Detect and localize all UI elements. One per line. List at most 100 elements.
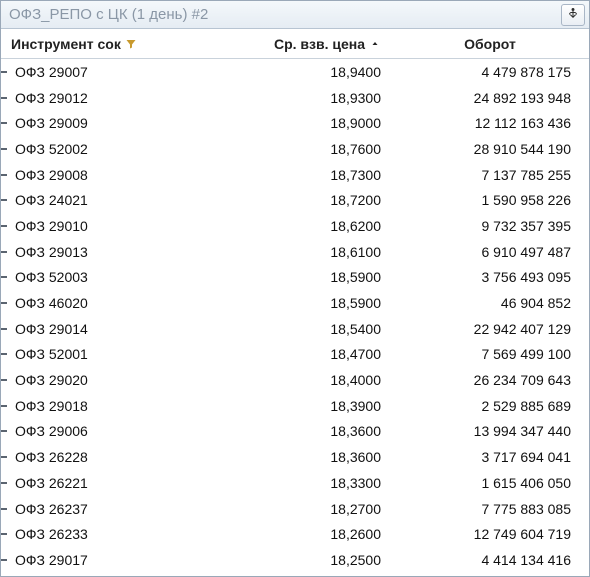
cell-price: 18,6200 [201, 218, 391, 234]
row-tick-icon [1, 251, 7, 253]
row-tick-icon [1, 122, 7, 124]
table-row[interactable]: ОФЗ 2622118,33001 615 406 050 [1, 470, 589, 496]
row-tick-icon [1, 97, 7, 99]
cell-price: 18,3600 [201, 423, 391, 439]
cell-price: 18,6100 [201, 244, 391, 260]
cell-price: 18,9400 [201, 64, 391, 80]
cell-turnover: 1 615 406 050 [391, 475, 589, 491]
table-row[interactable]: ОФЗ 2901718,25004 414 134 416 [1, 547, 589, 573]
cell-price: 18,9300 [201, 90, 391, 106]
cell-price: 18,3600 [201, 449, 391, 465]
row-tick-icon [1, 379, 7, 381]
table-body: ОФЗ 2900718,94004 479 878 175ОФЗ 2901218… [1, 59, 589, 576]
cell-price: 18,2600 [201, 526, 391, 542]
row-tick-icon [1, 225, 7, 227]
row-tick-icon [1, 508, 7, 510]
row-tick-icon [1, 482, 7, 484]
cell-turnover: 7 569 499 100 [391, 346, 589, 362]
cell-turnover: 26 234 709 643 [391, 372, 589, 388]
cell-instrument: ОФЗ 29007 [1, 64, 201, 80]
col-header-turnover-label: Оборот [464, 36, 516, 52]
sort-asc-icon [369, 38, 381, 50]
cell-price: 18,9000 [201, 115, 391, 131]
cell-turnover: 4 479 878 175 [391, 64, 589, 80]
cell-turnover: 22 942 407 129 [391, 321, 589, 337]
table-row[interactable]: ОФЗ 2901218,930024 892 193 948 [1, 85, 589, 111]
row-tick-icon [1, 430, 7, 432]
cell-instrument: ОФЗ 26233 [1, 526, 201, 542]
window-title: ОФЗ_РЕПО с ЦК (1 день) #2 [9, 6, 208, 23]
cell-turnover: 6 910 497 487 [391, 244, 589, 260]
cell-turnover: 3 756 493 095 [391, 269, 589, 285]
cell-price: 18,3900 [201, 398, 391, 414]
pin-button[interactable] [561, 4, 585, 26]
cell-price: 18,5900 [201, 269, 391, 285]
table-row[interactable]: ОФЗ 2900618,360013 994 347 440 [1, 419, 589, 445]
cell-instrument: ОФЗ 29014 [1, 321, 201, 337]
cell-price: 18,4000 [201, 372, 391, 388]
table-row[interactable]: ОФЗ 2902018,400026 234 709 643 [1, 367, 589, 393]
cell-instrument: ОФЗ 52001 [1, 346, 201, 362]
col-header-price[interactable]: Ср. взв. цена [201, 29, 391, 58]
col-header-turnover[interactable]: Оборот [391, 29, 589, 58]
cell-instrument: ОФЗ 26237 [1, 501, 201, 517]
cell-instrument: ОФЗ 29008 [1, 167, 201, 183]
table-row[interactable]: ОФЗ 2901018,62009 732 357 395 [1, 213, 589, 239]
row-tick-icon [1, 276, 7, 278]
cell-instrument: ОФЗ 29017 [1, 552, 201, 568]
table-header: Инструмент сок Ср. взв. цена Оборот [1, 29, 589, 59]
cell-instrument: ОФЗ 29006 [1, 423, 201, 439]
cell-instrument: ОФЗ 29009 [1, 115, 201, 131]
cell-turnover: 9 732 357 395 [391, 218, 589, 234]
cell-instrument: ОФЗ 29010 [1, 218, 201, 234]
table-row[interactable]: ОФЗ 4602018,590046 904 852 [1, 290, 589, 316]
cell-instrument: ОФЗ 29018 [1, 398, 201, 414]
table-row[interactable]: ОФЗ 2900818,73007 137 785 255 [1, 162, 589, 188]
row-tick-icon [1, 533, 7, 535]
cell-price: 18,5400 [201, 321, 391, 337]
table-row[interactable]: ОФЗ 5200118,47007 569 499 100 [1, 342, 589, 368]
cell-instrument: ОФЗ 26228 [1, 449, 201, 465]
table-row[interactable]: ОФЗ 2900718,94004 479 878 175 [1, 59, 589, 85]
cell-turnover: 2 529 885 689 [391, 398, 589, 414]
cell-price: 18,2700 [201, 501, 391, 517]
cell-instrument: ОФЗ 52003 [1, 269, 201, 285]
col-header-price-label: Ср. взв. цена [274, 36, 365, 52]
cell-turnover: 1 590 958 226 [391, 192, 589, 208]
cell-instrument: ОФЗ 26221 [1, 475, 201, 491]
cell-price: 18,4700 [201, 346, 391, 362]
row-tick-icon [1, 559, 7, 561]
table-row[interactable]: ОФЗ 2901818,39002 529 885 689 [1, 393, 589, 419]
cell-turnover: 12 749 604 719 [391, 526, 589, 542]
row-tick-icon [1, 199, 7, 201]
cell-turnover: 7 775 883 085 [391, 501, 589, 517]
cell-price: 18,5900 [201, 295, 391, 311]
row-tick-icon [1, 174, 7, 176]
row-tick-icon [1, 353, 7, 355]
table-row[interactable]: ОФЗ 2402118,72001 590 958 226 [1, 187, 589, 213]
col-header-instrument[interactable]: Инструмент сок [1, 29, 201, 58]
table-row[interactable]: ОФЗ 2901418,540022 942 407 129 [1, 316, 589, 342]
table-row[interactable]: ОФЗ 2622818,36003 717 694 041 [1, 444, 589, 470]
table-row[interactable]: ОФЗ 2901318,61006 910 497 487 [1, 239, 589, 265]
table-row[interactable]: ОФЗ 2623318,260012 749 604 719 [1, 521, 589, 547]
table-row[interactable]: ОФЗ 2900918,900012 112 163 436 [1, 110, 589, 136]
row-tick-icon [1, 456, 7, 458]
cell-instrument: ОФЗ 24021 [1, 192, 201, 208]
cell-price: 18,7200 [201, 192, 391, 208]
row-tick-icon [1, 71, 7, 73]
cell-instrument: ОФЗ 46020 [1, 295, 201, 311]
table-row[interactable]: ОФЗ 2623718,27007 775 883 085 [1, 496, 589, 522]
cell-instrument: ОФЗ 29013 [1, 244, 201, 260]
cell-turnover: 28 910 544 190 [391, 141, 589, 157]
cell-turnover: 4 414 134 416 [391, 552, 589, 568]
cell-instrument: ОФЗ 29012 [1, 90, 201, 106]
row-tick-icon [1, 328, 7, 330]
row-tick-icon [1, 302, 7, 304]
cell-price: 18,7600 [201, 141, 391, 157]
app-window: ОФЗ_РЕПО с ЦК (1 день) #2 Инструмент сок… [0, 0, 590, 577]
cell-turnover: 13 994 347 440 [391, 423, 589, 439]
window-titlebar[interactable]: ОФЗ_РЕПО с ЦК (1 день) #2 [1, 1, 589, 29]
table-row[interactable]: ОФЗ 5200318,59003 756 493 095 [1, 265, 589, 291]
table-row[interactable]: ОФЗ 5200218,760028 910 544 190 [1, 136, 589, 162]
